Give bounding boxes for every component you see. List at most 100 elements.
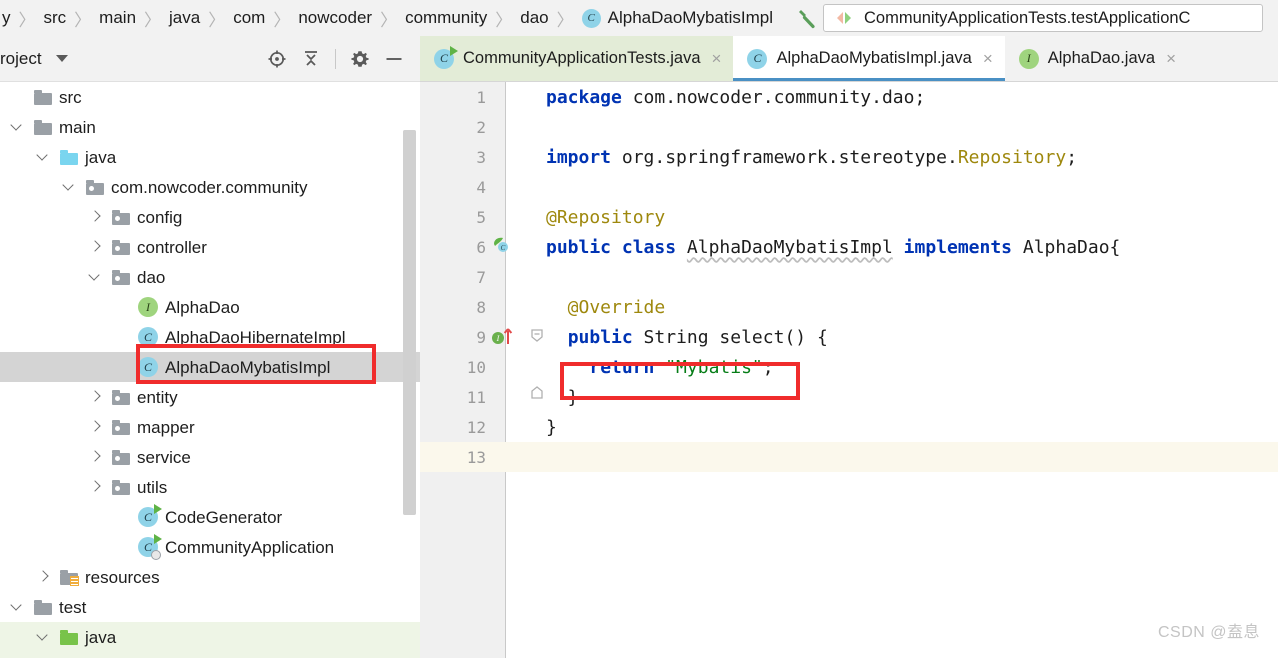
chevron-down-icon[interactable] [10, 600, 24, 614]
code-line[interactable]: 8 @Override [420, 292, 1278, 322]
code-line[interactable]: 6 Cpublic class AlphaDaoMybatisImpl imple… [420, 232, 1278, 262]
tree-node-config[interactable]: config [0, 202, 420, 232]
project-tree[interactable]: src main java com.nowcoder.community config c… [0, 82, 420, 652]
code-line[interactable]: 9 I public String select() { [420, 322, 1278, 352]
tree-node-utils[interactable]: utils [0, 472, 420, 502]
breadcrumb-item-java[interactable]: java [167, 8, 202, 28]
close-icon[interactable]: × [712, 50, 722, 67]
tree-node-dao[interactable]: dao [0, 262, 420, 292]
line-number: 5 [476, 207, 486, 227]
close-icon[interactable]: × [983, 50, 993, 67]
breadcrumb: y 〉 src 〉 main 〉 java 〉 com 〉 nowcoder 〉 community 〉 d… [0, 6, 775, 31]
tree-node-alphadaomybatisimpl[interactable]: C AlphaDaoMybatisImpl [0, 352, 420, 382]
fold-end-icon[interactable] [530, 384, 544, 410]
chevron-right-icon[interactable] [88, 420, 102, 434]
breadcrumb-item-src[interactable]: src [42, 8, 69, 28]
code-editor[interactable]: 1 package com.nowcoder.community.dao; 2 3 im… [420, 82, 1278, 658]
implementing-method-icon[interactable]: I [490, 324, 520, 350]
run-configuration-selector[interactable]: CommunityApplicationTests.testApplicatio… [822, 4, 1263, 32]
breadcrumb-item-dao[interactable]: dao [518, 8, 550, 28]
editor-tab-alphadaomybatisimpl-java[interactable]: C AlphaDaoMybatisImpl.java × [733, 36, 1006, 81]
breadcrumb-item-main[interactable]: main [97, 8, 138, 28]
breadcrumb-item-y[interactable]: y [0, 8, 13, 28]
chevron-down-icon[interactable] [36, 150, 50, 164]
code-line[interactable]: 13 [420, 442, 1278, 472]
chevron-right-icon[interactable] [88, 240, 102, 254]
editor-tab-alphadao-java[interactable]: I AlphaDao.java × [1004, 36, 1189, 81]
editor-tab-label: AlphaDaoMybatisImpl.java [776, 49, 972, 67]
tree-node-codegenerator[interactable]: C CodeGenerator [0, 502, 420, 532]
collapse-all-icon[interactable] [295, 44, 327, 74]
tree-node-main[interactable]: main [0, 112, 420, 142]
breadcrumb-label: com [233, 8, 266, 27]
breadcrumb-label: dao [520, 8, 549, 27]
tree-node-test[interactable]: test [0, 592, 420, 622]
tree-node-controller[interactable]: controller [0, 232, 420, 262]
chevron-down-icon[interactable] [55, 55, 68, 62]
chevron-right-icon[interactable] [88, 390, 102, 404]
tree-node-resources[interactable]: resources [0, 562, 420, 592]
chevron-down-icon[interactable] [10, 120, 24, 134]
hide-panel-icon[interactable] [378, 44, 410, 74]
tree-node-entity[interactable]: entity [0, 382, 420, 412]
chevron-right-icon[interactable] [88, 480, 102, 494]
tree-node-label: java [85, 627, 117, 647]
editor-tab-communityapplicationtests-java[interactable]: C CommunityApplicationTests.java × [420, 36, 734, 81]
chevron-down-icon[interactable] [88, 270, 102, 284]
project-scrollbar-thumb[interactable] [403, 130, 416, 515]
tree-node-java[interactable]: java [0, 622, 420, 652]
tree-node-communityapplication[interactable]: C CommunityApplication [0, 532, 420, 562]
build-project-button[interactable] [789, 3, 823, 33]
tree-node-mapper[interactable]: mapper [0, 412, 420, 442]
spring-bean-icon[interactable]: C [490, 234, 520, 260]
code-line[interactable]: 4 [420, 172, 1278, 202]
tree-node-service[interactable]: service [0, 442, 420, 472]
breadcrumb-item-com[interactable]: com [231, 8, 267, 28]
locate-icon[interactable] [261, 44, 293, 74]
code-line[interactable]: 5 @Repository [420, 202, 1278, 232]
fold-collapse-icon[interactable] [530, 324, 544, 350]
code-token: implements [903, 236, 1023, 258]
folder-package-icon [112, 449, 130, 465]
project-scrollbar[interactable] [403, 130, 416, 515]
breadcrumb-item-alphadaomybatisimpl[interactable]: C AlphaDaoMybatisImpl [580, 8, 775, 28]
folder-resources-icon [60, 569, 79, 586]
tree-node-com-nowcoder-community[interactable]: com.nowcoder.community [0, 172, 420, 202]
tree-node-alphadao[interactable]: I AlphaDao [0, 292, 420, 322]
chevron-right-icon[interactable] [88, 210, 102, 224]
line-number: 6 [476, 237, 486, 257]
run-config-icon [834, 10, 854, 26]
interface-icon: I [1018, 48, 1039, 69]
tree-node-label: CodeGenerator [165, 507, 283, 527]
code-line[interactable]: 7 [420, 262, 1278, 292]
breadcrumb-separator: 〉 [74, 10, 92, 30]
close-icon[interactable]: × [1166, 50, 1176, 67]
chevron-down-icon[interactable] [62, 180, 76, 194]
code-line[interactable]: 3 import org.springframework.stereotype.R… [420, 142, 1278, 172]
editor-lines[interactable]: 1 package com.nowcoder.community.dao; 2 3 im… [420, 82, 1278, 658]
svg-text:C: C [501, 244, 506, 252]
project-panel-title: roject [0, 48, 42, 68]
code-line[interactable]: 10 return "Mybatis"; [420, 352, 1278, 382]
breadcrumb-item-nowcoder[interactable]: nowcoder [296, 8, 374, 28]
code-line[interactable]: 12} [420, 412, 1278, 442]
tree-node-src[interactable]: src [0, 82, 420, 112]
gear-icon[interactable] [344, 44, 376, 74]
code-line[interactable]: 11 } [420, 382, 1278, 412]
code-line[interactable]: 1 package com.nowcoder.community.dao; [420, 82, 1278, 112]
tree-node-java[interactable]: java [0, 142, 420, 172]
chevron-right-icon[interactable] [36, 570, 50, 584]
breadcrumb-label: AlphaDaoMybatisImpl [607, 8, 773, 27]
editor-tab-bar[interactable]: C CommunityApplicationTests.java × C AlphaDa… [420, 36, 1278, 82]
chevron-down-icon[interactable] [36, 630, 50, 644]
breadcrumb-label: nowcoder [298, 8, 373, 27]
chevron-right-icon[interactable] [88, 450, 102, 464]
breadcrumb-item-community[interactable]: community [403, 8, 489, 28]
code-token: org.springframework.stereotype. [621, 146, 958, 168]
project-tool-window[interactable]: src main java com.nowcoder.community config c… [0, 82, 420, 658]
code-line[interactable]: 2 [420, 112, 1278, 142]
tree-node-alphadaohibernateimpl[interactable]: C AlphaDaoHibernateImpl [0, 322, 420, 352]
